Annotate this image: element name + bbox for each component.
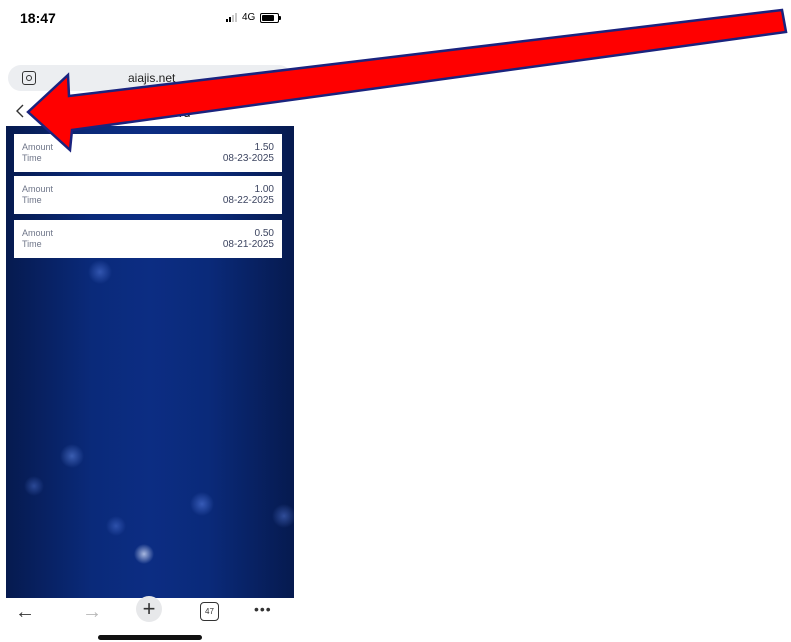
amount-label: Amount	[22, 228, 54, 238]
amount-label: Amount	[22, 184, 54, 194]
time-value: 08-22-2025	[222, 195, 274, 206]
time-label: Time	[22, 153, 42, 163]
amount-label: Amount	[22, 142, 54, 152]
record-card: Amount Time 1.00 08-22-2025	[14, 176, 282, 214]
time-label: Time	[22, 195, 42, 205]
time-value: 08-21-2025	[222, 239, 274, 250]
browser-toolbar: ← → + 47 •••	[0, 596, 300, 628]
amount-value: 0.50	[254, 228, 274, 239]
lens-icon[interactable]	[22, 71, 36, 85]
network-label: 4G	[242, 12, 256, 23]
battery-icon	[260, 12, 282, 23]
status-time: 18:47	[20, 10, 56, 26]
amount-value: 1.50	[254, 142, 274, 153]
content-area: Amount Time 1.50 08-23-2025 Amount Time …	[6, 126, 294, 598]
phone-screen: 18:47 4G aiajis.net Sign-in record Amoun…	[0, 0, 791, 642]
url-text[interactable]: aiajis.net	[128, 71, 175, 85]
back-arrow-icon[interactable]: ←	[15, 601, 35, 624]
time-value: 08-23-2025	[222, 153, 274, 164]
amount-value: 1.00	[254, 184, 274, 195]
signal-icon	[226, 13, 237, 22]
home-indicator	[98, 635, 202, 640]
page-header: Sign-in record	[6, 98, 294, 126]
address-bar[interactable]: aiajis.net	[8, 65, 292, 91]
tab-count-button[interactable]: 47	[200, 602, 219, 621]
status-icons: 4G	[226, 12, 282, 23]
record-card: Amount Time 1.50 08-23-2025	[14, 134, 282, 172]
record-card: Amount Time 0.50 08-21-2025	[14, 220, 282, 258]
new-tab-plus-icon[interactable]: +	[136, 596, 162, 622]
forward-arrow-icon[interactable]: →	[82, 601, 102, 624]
page-title: Sign-in record	[109, 105, 191, 120]
time-label: Time	[22, 239, 42, 249]
more-options-icon[interactable]: •••	[254, 601, 272, 617]
